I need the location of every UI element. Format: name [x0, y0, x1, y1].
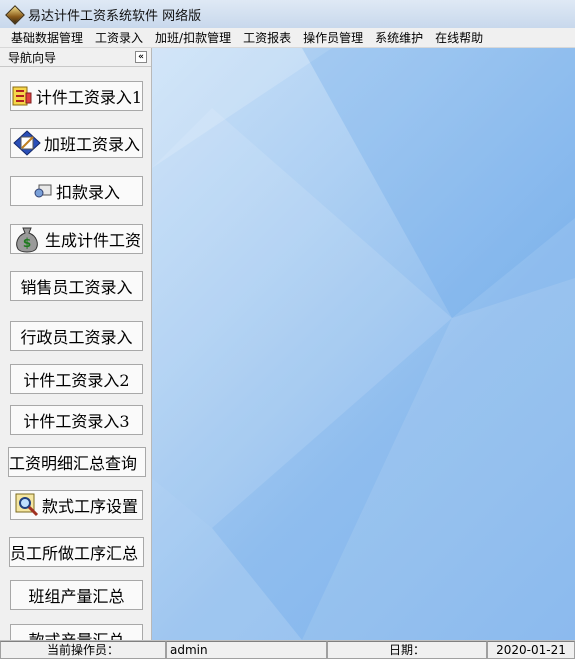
- nav-button-style-process-settings[interactable]: 款式工序设置: [10, 490, 143, 520]
- nav-button-admin-staff-entry[interactable]: 行政员工资录入: [10, 321, 143, 351]
- menu-bar: 基础数据管理 工资录入 加班/扣款管理 工资报表 操作员管理 系统维护 在线帮助: [0, 28, 575, 48]
- deduction-icon: [34, 184, 52, 198]
- sidebar-header: 导航向导 «: [0, 48, 151, 67]
- nav-button-label: 款式工序设置: [41, 497, 138, 516]
- menu-online-help[interactable]: 在线帮助: [429, 28, 489, 48]
- nav-button-generate-piecework[interactable]: $ 生成计件工资: [10, 224, 143, 254]
- menu-operator-management[interactable]: 操作员管理: [297, 28, 369, 48]
- nav-button-overtime-entry[interactable]: 加班工资录入: [10, 128, 143, 158]
- operator-value: admin: [166, 641, 327, 659]
- nav-button-label: 加班工资录入: [43, 135, 140, 154]
- sidebar-title: 导航向导: [8, 50, 57, 65]
- app-logo-icon: [6, 6, 22, 22]
- nav-button-team-output-summary[interactable]: 班组产量汇总: [10, 580, 143, 610]
- title-bar: 易达计件工资系统软件 网络版: [0, 0, 575, 28]
- nav-button-salary-detail-query[interactable]: 工资明细汇总查询: [8, 447, 146, 477]
- nav-button-piecework-entry-2[interactable]: 计件工资录入2: [10, 364, 143, 394]
- nav-button-label: 生成计件工资: [44, 231, 141, 250]
- nav-button-sales-staff-entry[interactable]: 销售员工资录入: [10, 271, 143, 301]
- nav-button-label: 款式产量汇总: [28, 627, 124, 640]
- nav-button-label: 销售员工资录入: [20, 278, 133, 297]
- data-entry-icon: [12, 86, 32, 106]
- nav-button-label: 行政员工资录入: [20, 328, 133, 347]
- nav-button-label: 班组产量汇总: [28, 587, 125, 606]
- date-label: 日期：: [327, 641, 487, 659]
- date-value: 2020-01-21: [487, 641, 575, 659]
- operator-label: 当前操作员：: [0, 641, 166, 659]
- workspace-background: [152, 48, 575, 640]
- menu-system-maintenance[interactable]: 系统维护: [369, 28, 429, 48]
- nav-button-deduction-entry[interactable]: 扣款录入: [10, 176, 143, 206]
- window-title: 易达计件工资系统软件 网络版: [28, 8, 202, 24]
- background-decoration: [152, 48, 575, 640]
- menu-overtime-deduction[interactable]: 加班/扣款管理: [149, 28, 237, 48]
- status-bar: 当前操作员： admin 日期： 2020-01-21: [0, 640, 575, 659]
- overtime-edit-icon: [13, 130, 41, 156]
- menu-salary-entry[interactable]: 工资录入: [89, 28, 149, 48]
- money-bag-icon: $: [16, 227, 38, 253]
- nav-button-label: 计件工资录入3: [23, 412, 130, 431]
- nav-button-style-output-summary[interactable]: 款式产量汇总: [10, 624, 143, 640]
- nav-button-label: 工资明细汇总查询: [9, 454, 138, 473]
- nav-button-piecework-entry-3[interactable]: 计件工资录入3: [10, 405, 143, 435]
- nav-button-label: 计件工资录入2: [23, 371, 130, 390]
- collapse-sidebar-button[interactable]: «: [135, 51, 147, 63]
- nav-button-label: 扣款录入: [55, 183, 120, 202]
- nav-button-piecework-entry-1[interactable]: 计件工资录入1: [10, 81, 143, 111]
- menu-salary-reports[interactable]: 工资报表: [237, 28, 297, 48]
- search-settings-icon: [15, 493, 39, 517]
- menu-basic-data[interactable]: 基础数据管理: [0, 28, 89, 48]
- svg-text:$: $: [23, 236, 31, 250]
- nav-button-label: 计件工资录入1: [35, 88, 143, 107]
- navigation-sidebar: 导航向导 « 计件工资录入1 加班工资录入 扣款录入 $ 生成计件工资 销售员工…: [0, 48, 152, 640]
- nav-button-label: 员工所做工序汇总: [10, 544, 139, 563]
- nav-button-employee-process-summary[interactable]: 员工所做工序汇总: [9, 537, 144, 567]
